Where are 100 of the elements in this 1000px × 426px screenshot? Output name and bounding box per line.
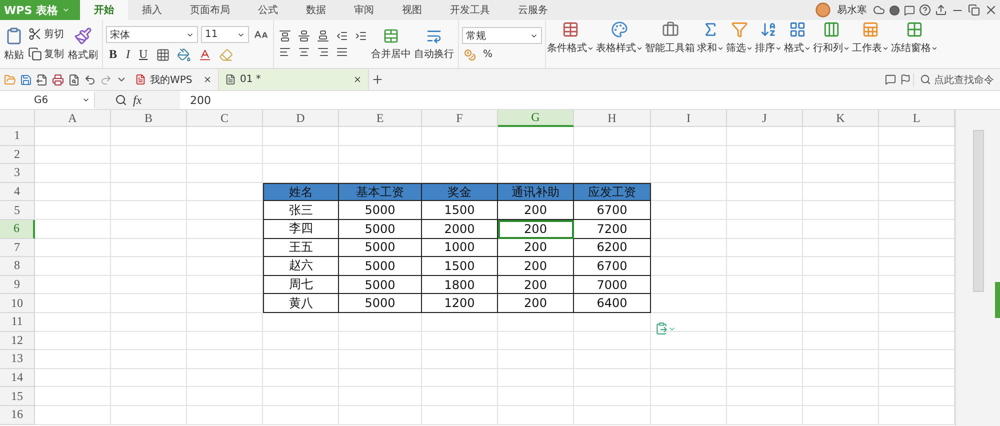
- sheet-cell[interactable]: [498, 387, 574, 406]
- sheet-cell[interactable]: [651, 406, 727, 424]
- sheet-cell[interactable]: [422, 312, 498, 332]
- sheet-cell[interactable]: [187, 368, 263, 388]
- sheet-cell[interactable]: [803, 332, 879, 350]
- sheet-cell[interactable]: [35, 220, 111, 239]
- close-tab-icon[interactable]: [203, 75, 212, 84]
- column-header[interactable]: F: [422, 110, 498, 127]
- sheet-cell[interactable]: [498, 368, 574, 388]
- row-header[interactable]: 3: [0, 164, 35, 183]
- sheet-cell[interactable]: [35, 257, 111, 276]
- wrap-text-button[interactable]: 自动换行: [413, 26, 455, 62]
- column-header[interactable]: B: [111, 110, 187, 127]
- table-cell[interactable]: 200: [498, 257, 574, 276]
- sheet-cell[interactable]: [803, 146, 879, 164]
- side-panel-tab[interactable]: [995, 282, 1000, 318]
- print-icon[interactable]: [50, 74, 66, 86]
- sheet-cell[interactable]: [422, 332, 498, 350]
- table-cell[interactable]: 200: [498, 294, 574, 313]
- sheet-cell[interactable]: [339, 350, 422, 369]
- ribbon-tab[interactable]: 审阅: [340, 0, 388, 20]
- sheet-cell[interactable]: [111, 332, 187, 350]
- ribbon-button[interactable]: 工作表: [851, 20, 890, 68]
- indent-decrease-icon[interactable]: [334, 30, 350, 42]
- sheet-cell[interactable]: [651, 201, 727, 220]
- sheet-cell[interactable]: [727, 332, 803, 350]
- sheet-cell[interactable]: [727, 294, 803, 313]
- sheet-cell[interactable]: [187, 146, 263, 164]
- sheet-cell[interactable]: [803, 294, 879, 313]
- table-cell[interactable]: 200: [498, 238, 574, 258]
- sheet-cell[interactable]: [35, 146, 111, 164]
- sheet-cell[interactable]: [727, 387, 803, 406]
- select-all-corner[interactable]: [0, 110, 35, 127]
- table-cell[interactable]: 1500: [422, 201, 498, 220]
- sheet-cell[interactable]: [498, 146, 574, 164]
- ribbon-button[interactable]: 行和列: [812, 20, 851, 68]
- sheet-cell[interactable]: [339, 146, 422, 164]
- table-cell[interactable]: 5000: [339, 294, 422, 313]
- sheet-cell[interactable]: [111, 276, 187, 294]
- command-search-field[interactable]: 点此查找命令: [913, 72, 1000, 86]
- sheet-cell[interactable]: [35, 238, 111, 258]
- sheet-cell[interactable]: [111, 257, 187, 276]
- sheet-cell[interactable]: [422, 368, 498, 388]
- sheet-cell[interactable]: [651, 332, 727, 350]
- sheet-cell[interactable]: [111, 294, 187, 313]
- sheet-cell[interactable]: [651, 220, 727, 239]
- open-icon[interactable]: [2, 74, 18, 86]
- ribbon-tab[interactable]: 视图: [388, 0, 436, 20]
- fill-color-icon[interactable]: [174, 48, 193, 62]
- eraser-icon[interactable]: [216, 48, 235, 62]
- italic-button[interactable]: I: [123, 47, 134, 62]
- sheet-cell[interactable]: [111, 406, 187, 424]
- sheet-cell[interactable]: [35, 387, 111, 406]
- sheet-cell[interactable]: [727, 257, 803, 276]
- sheet-cell[interactable]: [651, 127, 727, 146]
- sheet-cell[interactable]: [35, 294, 111, 313]
- table-cell[interactable]: 1000: [422, 238, 498, 258]
- sheet-cell[interactable]: [651, 182, 727, 202]
- sheet-cell[interactable]: [574, 312, 651, 332]
- sheet-cell[interactable]: [803, 350, 879, 369]
- table-cell[interactable]: 6200: [574, 238, 651, 258]
- sheet-cell[interactable]: [803, 368, 879, 388]
- sheet-cell[interactable]: [339, 387, 422, 406]
- sheet-cell[interactable]: [111, 146, 187, 164]
- table-cell[interactable]: 1800: [422, 276, 498, 294]
- ribbon-tab[interactable]: 开发工具: [436, 0, 504, 20]
- cut-button[interactable]: 剪切: [26, 26, 66, 42]
- table-cell[interactable]: 5000: [339, 257, 422, 276]
- ribbon-button[interactable]: 表格样式: [595, 20, 644, 68]
- row-header[interactable]: 16: [0, 406, 35, 424]
- row-header[interactable]: 7: [0, 238, 35, 258]
- row-header[interactable]: 4: [0, 182, 35, 202]
- align-center-icon[interactable]: [296, 46, 312, 58]
- row-header[interactable]: 9: [0, 276, 35, 294]
- sheet-cell[interactable]: [574, 406, 651, 424]
- sheet-cell[interactable]: [339, 368, 422, 388]
- sheet-cell[interactable]: [727, 146, 803, 164]
- sheet-cell[interactable]: [263, 127, 339, 146]
- sheet-cell[interactable]: [498, 350, 574, 369]
- align-middle-icon[interactable]: [296, 30, 312, 42]
- sheet-cell[interactable]: [111, 220, 187, 239]
- sheet-cell[interactable]: [651, 257, 727, 276]
- row-header[interactable]: 13: [0, 350, 35, 369]
- sheet-cell[interactable]: [339, 332, 422, 350]
- sheet-cell[interactable]: [651, 387, 727, 406]
- table-cell[interactable]: 1500: [422, 257, 498, 276]
- sheet-cell[interactable]: [35, 406, 111, 424]
- ribbon-button[interactable]: 求和: [696, 20, 725, 68]
- sheet-cell[interactable]: [422, 127, 498, 146]
- sheet-cell[interactable]: [651, 164, 727, 183]
- row-header[interactable]: 15: [0, 387, 35, 406]
- sheet-cell[interactable]: [651, 368, 727, 388]
- sheet-cell[interactable]: [35, 276, 111, 294]
- table-cell[interactable]: 6400: [574, 294, 651, 313]
- sheet-cell[interactable]: [187, 312, 263, 332]
- sheet-cell[interactable]: [803, 312, 879, 332]
- sheet-cell[interactable]: [111, 312, 187, 332]
- sheet-cell[interactable]: [35, 350, 111, 369]
- sheet-cell[interactable]: [35, 368, 111, 388]
- merge-center-button[interactable]: 合并居中: [370, 26, 412, 62]
